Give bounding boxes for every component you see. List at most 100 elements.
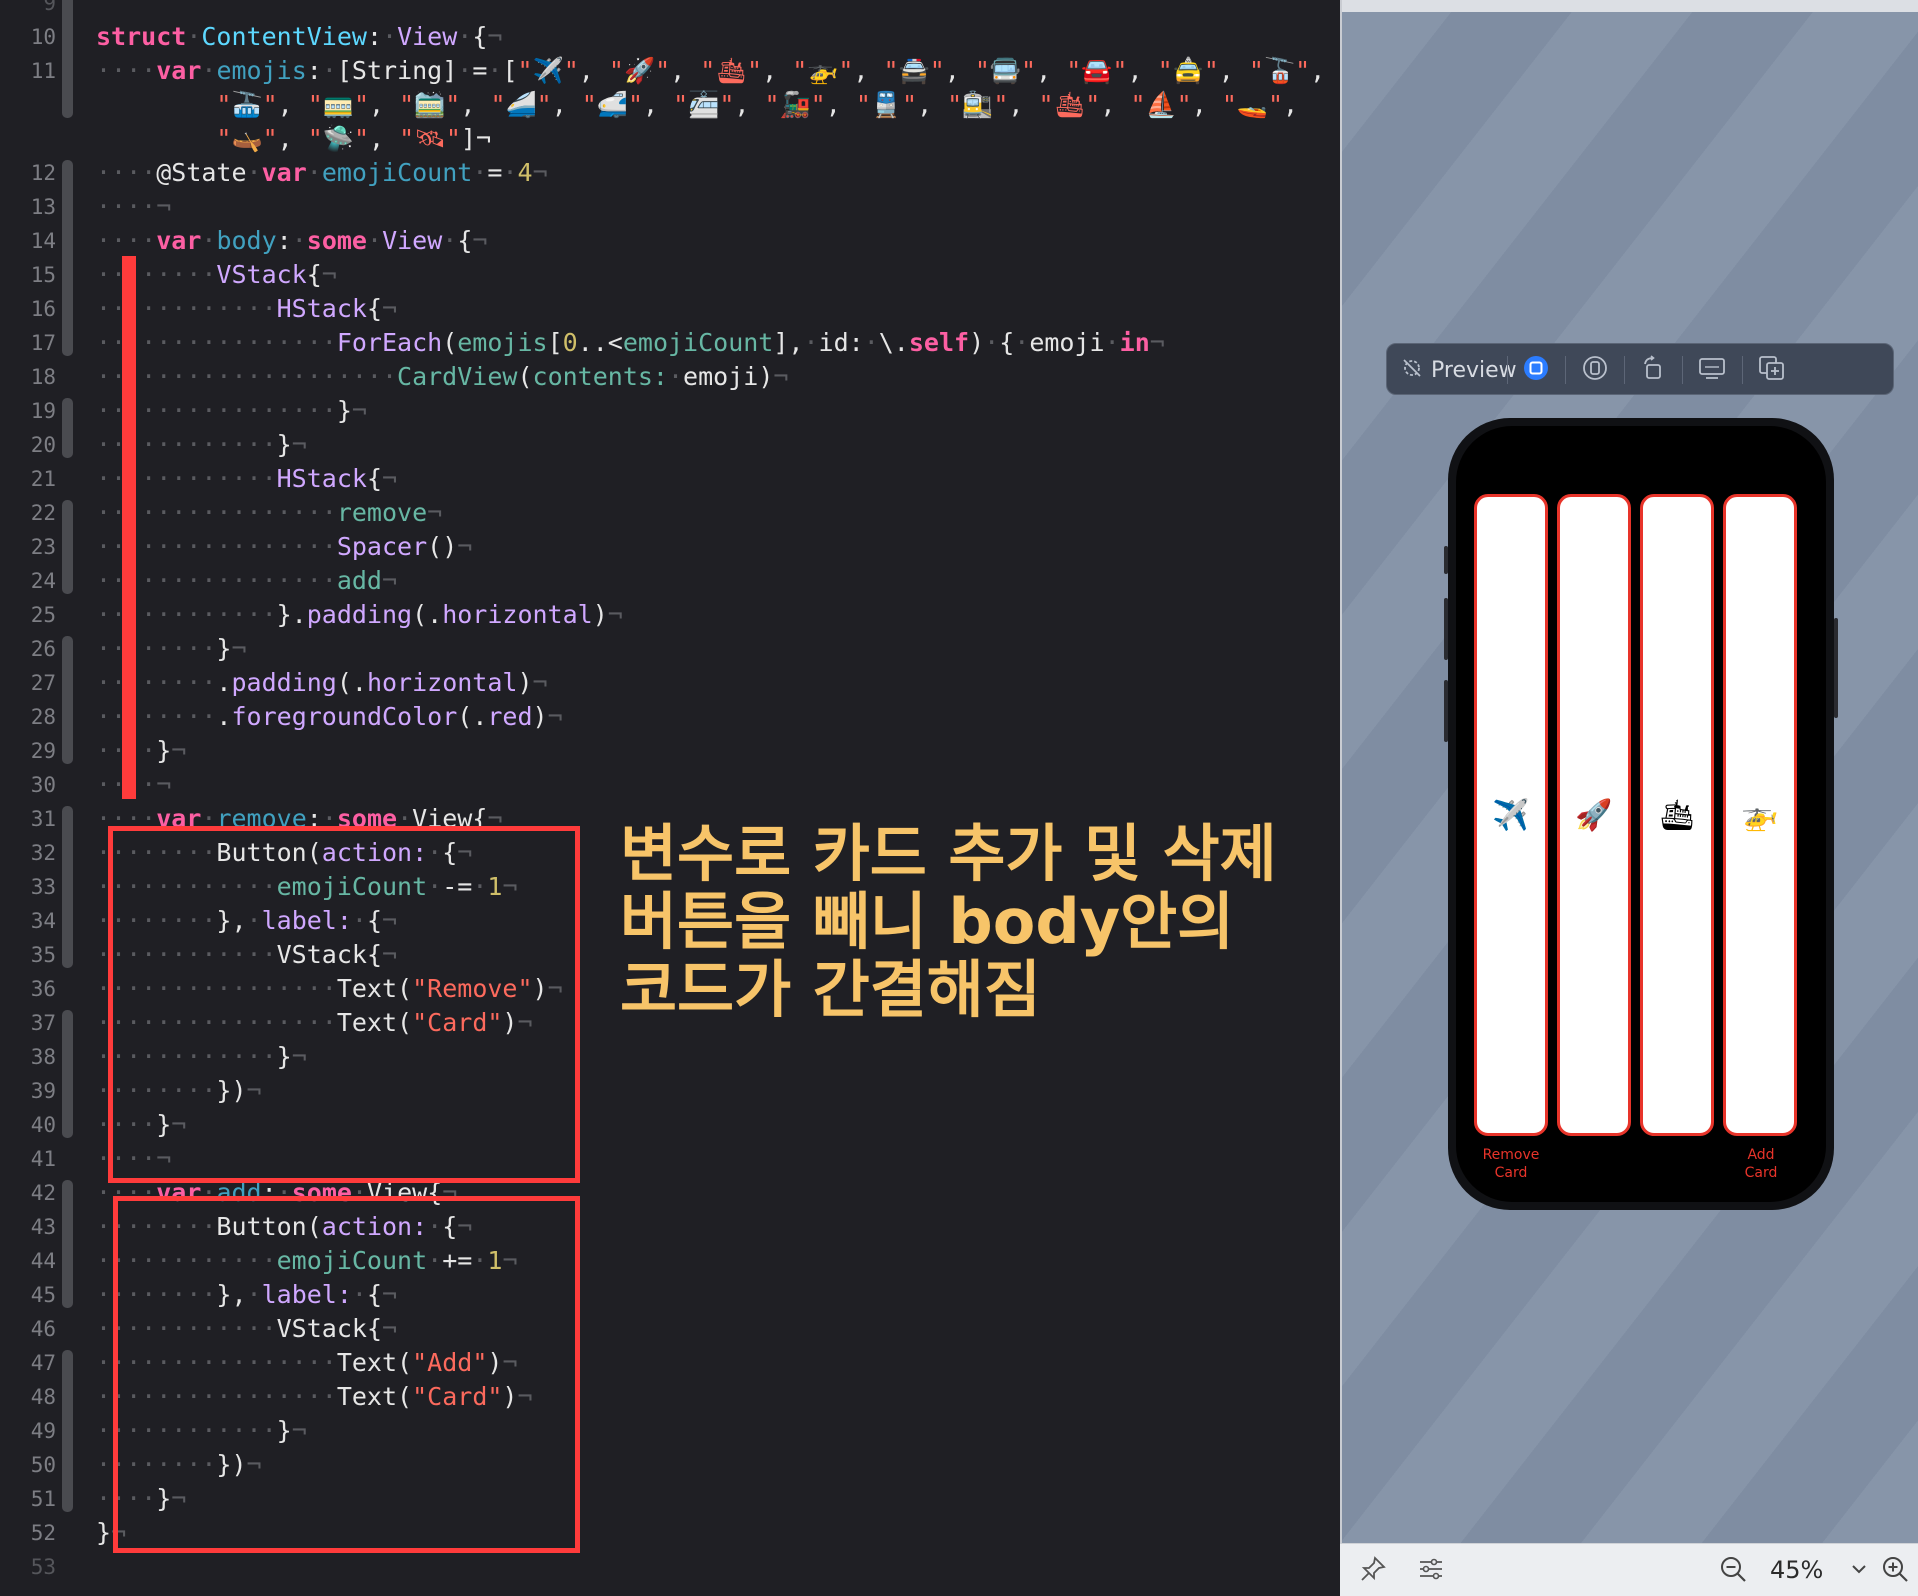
line-number: 49 bbox=[30, 1419, 56, 1443]
line-number: 11 bbox=[30, 59, 56, 83]
line-number: 27 bbox=[30, 671, 56, 695]
code-line[interactable]: ····¬ bbox=[96, 190, 171, 224]
card-emoji: 🚀 bbox=[1575, 797, 1613, 833]
emoji-card[interactable]: ✈️ bbox=[1474, 494, 1548, 1136]
line-number: 44 bbox=[30, 1249, 56, 1273]
remove-card-label-1: Remove bbox=[1482, 1147, 1540, 1163]
phone-screen[interactable]: ✈️ 🚀 🛳 🚁 Remove Card Add Card bbox=[1456, 426, 1826, 1202]
code-editor[interactable]: 9 10 11 12 13 14 15 16 17 18 19 20 21 22 23 24 25 26 27 28 2… bbox=[0, 0, 1340, 1596]
line-number: 40 bbox=[30, 1113, 56, 1137]
remove-card-button[interactable]: Remove Card bbox=[1471, 1146, 1551, 1182]
code-line[interactable]: ····}¬ bbox=[96, 734, 186, 768]
live-mode-icon bbox=[1522, 354, 1550, 386]
line-number: 22 bbox=[30, 501, 56, 525]
duplicate-preview-icon bbox=[1757, 354, 1787, 386]
toolbar-separator bbox=[1682, 356, 1683, 384]
change-bar bbox=[62, 398, 73, 458]
rotate-device-button[interactable] bbox=[1639, 344, 1667, 396]
line-number: 41 bbox=[30, 1147, 56, 1171]
line-number: 37 bbox=[30, 1011, 56, 1035]
change-bar bbox=[62, 500, 73, 594]
card-emoji: 🚁 bbox=[1741, 797, 1779, 833]
remove-card-label-2: Card bbox=[1494, 1165, 1528, 1181]
line-number: 52 bbox=[30, 1521, 56, 1545]
preview-label: Preview bbox=[1431, 357, 1517, 383]
code-line[interactable]: "🚠", "🚃", "🚞", "🚄", "🚅", "🚈", "🚂", "🚆", … bbox=[96, 88, 1298, 122]
phone-volume-up bbox=[1444, 598, 1448, 660]
toolbar-separator bbox=[1742, 356, 1743, 384]
line-number: 16 bbox=[30, 297, 56, 321]
emoji-card[interactable]: 🛳 bbox=[1640, 494, 1714, 1136]
emoji-card[interactable]: 🚁 bbox=[1723, 494, 1797, 1136]
annotation-line-3: 코드가 간결해짐 bbox=[620, 953, 1041, 1026]
code-line[interactable]: ········.padding(.horizontal)¬ bbox=[96, 666, 548, 700]
rotate-device-icon bbox=[1639, 354, 1667, 386]
add-card-label-2: Card bbox=[1744, 1165, 1778, 1181]
card-emoji: 🛳 bbox=[1657, 797, 1697, 833]
duplicate-preview-button[interactable] bbox=[1757, 344, 1787, 396]
phone-side-button bbox=[1834, 618, 1838, 718]
device-settings-button[interactable] bbox=[1697, 344, 1727, 396]
device-settings-icon bbox=[1697, 354, 1727, 386]
code-line[interactable]: ············}.padding(.horizontal)¬ bbox=[96, 598, 623, 632]
code-line[interactable]: ········}¬ bbox=[96, 632, 247, 666]
code-line[interactable]: ····var·body:·some·View·{¬ bbox=[96, 224, 487, 258]
annotation-line-2: 버튼을 빼니 body안의 bbox=[620, 885, 1235, 958]
card-emoji: ✈️ bbox=[1492, 797, 1530, 833]
live-mode-button[interactable] bbox=[1522, 344, 1550, 396]
line-number: 17 bbox=[30, 331, 56, 355]
code-line[interactable]: ····················CardView(contents:·e… bbox=[96, 360, 788, 394]
line-number: 28 bbox=[30, 705, 56, 729]
line-number: 26 bbox=[30, 637, 56, 661]
code-line[interactable]: ················Spacer()¬ bbox=[96, 530, 472, 564]
code-line[interactable]: ················ForEach(emojis[0..<emoji… bbox=[96, 326, 1165, 360]
add-card-button[interactable]: Add Card bbox=[1721, 1146, 1801, 1182]
line-number: 34 bbox=[30, 909, 56, 933]
adjust-settings-icon[interactable] bbox=[1416, 1554, 1446, 1588]
line-number: 24 bbox=[30, 569, 56, 593]
variants-button[interactable] bbox=[1581, 344, 1609, 396]
zoom-in-icon[interactable] bbox=[1880, 1554, 1912, 1590]
line-number: 14 bbox=[30, 229, 56, 253]
zoom-out-icon[interactable] bbox=[1718, 1554, 1750, 1590]
line-number: 45 bbox=[30, 1283, 56, 1307]
emoji-card[interactable]: 🚀 bbox=[1557, 494, 1631, 1136]
zoom-level[interactable]: 45% bbox=[1770, 1556, 1823, 1584]
code-line[interactable]: ················}¬ bbox=[96, 394, 367, 428]
line-number: 33 bbox=[30, 875, 56, 899]
line-number: 32 bbox=[30, 841, 56, 865]
chevron-down-icon[interactable] bbox=[1850, 1560, 1868, 1582]
line-number: 20 bbox=[30, 433, 56, 457]
add-card-label-1: Add bbox=[1747, 1147, 1775, 1163]
line-number: 48 bbox=[30, 1385, 56, 1409]
pin-icon[interactable] bbox=[1358, 1554, 1388, 1588]
line-number: 50 bbox=[30, 1453, 56, 1477]
line-number: 51 bbox=[30, 1487, 56, 1511]
line-number: 12 bbox=[30, 161, 56, 185]
preview-toolbar: Preview bbox=[1386, 343, 1894, 395]
line-number: 19 bbox=[30, 399, 56, 423]
code-line[interactable]: ············HStack{¬ bbox=[96, 462, 397, 496]
code-line[interactable]: ············HStack{¬ bbox=[96, 292, 397, 326]
toolbar-separator bbox=[1565, 356, 1566, 384]
canvas-bottom-bar: 45% bbox=[1340, 1543, 1918, 1596]
line-number: 15 bbox=[30, 263, 56, 287]
code-line[interactable]: struct·ContentView:·View·{¬ bbox=[96, 20, 502, 54]
toolbar-separator bbox=[1507, 356, 1508, 384]
code-line[interactable]: ················remove¬ bbox=[96, 496, 442, 530]
change-bar bbox=[62, 0, 73, 118]
code-line[interactable]: ········.foregroundColor(.red)¬ bbox=[96, 700, 563, 734]
code-line[interactable]: ····@State·var·emojiCount·=·4¬ bbox=[96, 156, 548, 190]
code-line[interactable]: "🛶", "🛸", "🛰"]¬ bbox=[96, 122, 491, 156]
annotation-line-1: 변수로 카드 추가 및 삭제 bbox=[620, 817, 1277, 890]
preview-toggle[interactable]: Preview bbox=[1401, 344, 1517, 396]
canvas-top-strip bbox=[1340, 0, 1918, 12]
preview-canvas[interactable]: Preview ✈️ 🚀 🛳 🚁 Remove Card Add Card 45… bbox=[1340, 0, 1918, 1596]
code-line[interactable]: ················add¬ bbox=[96, 564, 397, 598]
line-number: 47 bbox=[30, 1351, 56, 1375]
code-line[interactable]: ····var·emojis:·[String]·=·["✈️", "🚀", "… bbox=[96, 54, 1325, 88]
toolbar-separator bbox=[1624, 356, 1625, 384]
change-bar bbox=[62, 1180, 73, 1308]
line-number: 30 bbox=[30, 773, 56, 797]
line-number: 46 bbox=[30, 1317, 56, 1341]
